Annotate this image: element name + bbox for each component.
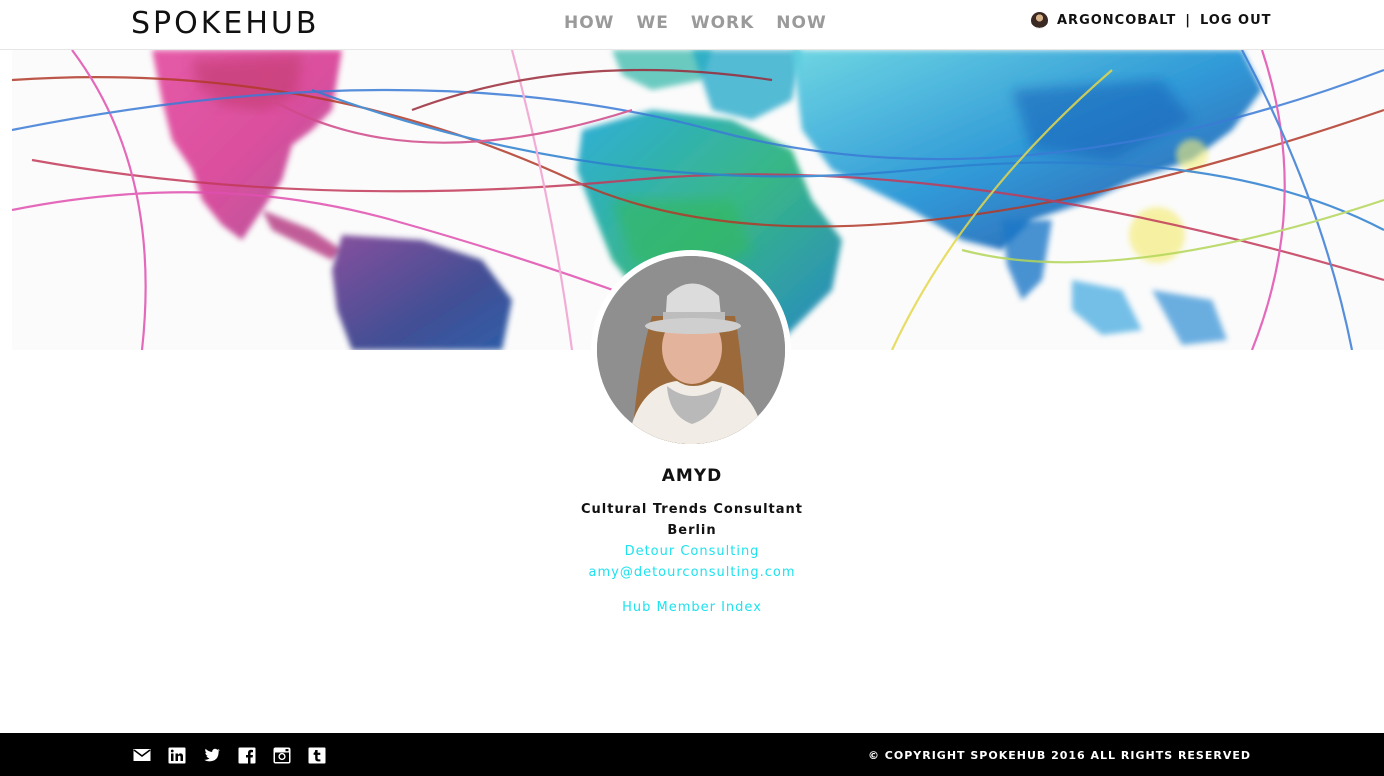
- profile-avatar-frame: [591, 250, 791, 450]
- site-footer: © COPYRIGHT SPOKEHUB 2016 ALL RIGHTS RES…: [0, 733, 1384, 776]
- user-menu: ARGONCOBALT | LOG OUT: [1031, 12, 1272, 29]
- profile-name: AMYD: [661, 466, 723, 486]
- profile-city: Berlin: [667, 523, 717, 538]
- nav-we[interactable]: WE: [636, 13, 668, 33]
- user-menu-separator: |: [1185, 13, 1191, 28]
- logout-link[interactable]: LOG OUT: [1200, 13, 1272, 28]
- instagram-icon[interactable]: [273, 747, 291, 764]
- twitter-icon[interactable]: [203, 747, 221, 764]
- top-header: SPOKEHUB HOW WE WORK NOW ARGONCOBALT | L…: [0, 0, 1384, 50]
- email-link[interactable]: amy@detourconsulting.com: [492, 562, 892, 583]
- profile-details: AMYD Cultural Trends Consultant Berlin D…: [492, 466, 892, 618]
- username-link[interactable]: ARGONCOBALT: [1057, 13, 1176, 28]
- nav-work[interactable]: WORK: [691, 13, 754, 33]
- profile-photo: [597, 256, 785, 444]
- mail-icon[interactable]: [133, 747, 151, 764]
- hub-member-index-link[interactable]: Hub Member Index: [492, 597, 892, 618]
- nav-how[interactable]: HOW: [564, 13, 614, 33]
- company-link[interactable]: Detour Consulting: [492, 541, 892, 562]
- site-logo[interactable]: SPOKEHUB: [131, 6, 319, 41]
- profile-avatar: [597, 256, 785, 444]
- main-nav: HOW WE WORK NOW: [564, 13, 849, 33]
- profile-title: Cultural Trends Consultant: [580, 502, 803, 517]
- facebook-icon[interactable]: [238, 747, 256, 764]
- social-links: [133, 747, 326, 764]
- linkedin-icon[interactable]: [168, 747, 186, 764]
- copyright-notice: © COPYRIGHT SPOKEHUB 2016 ALL RIGHTS RES…: [867, 749, 1251, 762]
- tumblr-icon[interactable]: [308, 747, 326, 764]
- nav-now[interactable]: NOW: [776, 13, 826, 33]
- user-avatar[interactable]: [1031, 12, 1048, 29]
